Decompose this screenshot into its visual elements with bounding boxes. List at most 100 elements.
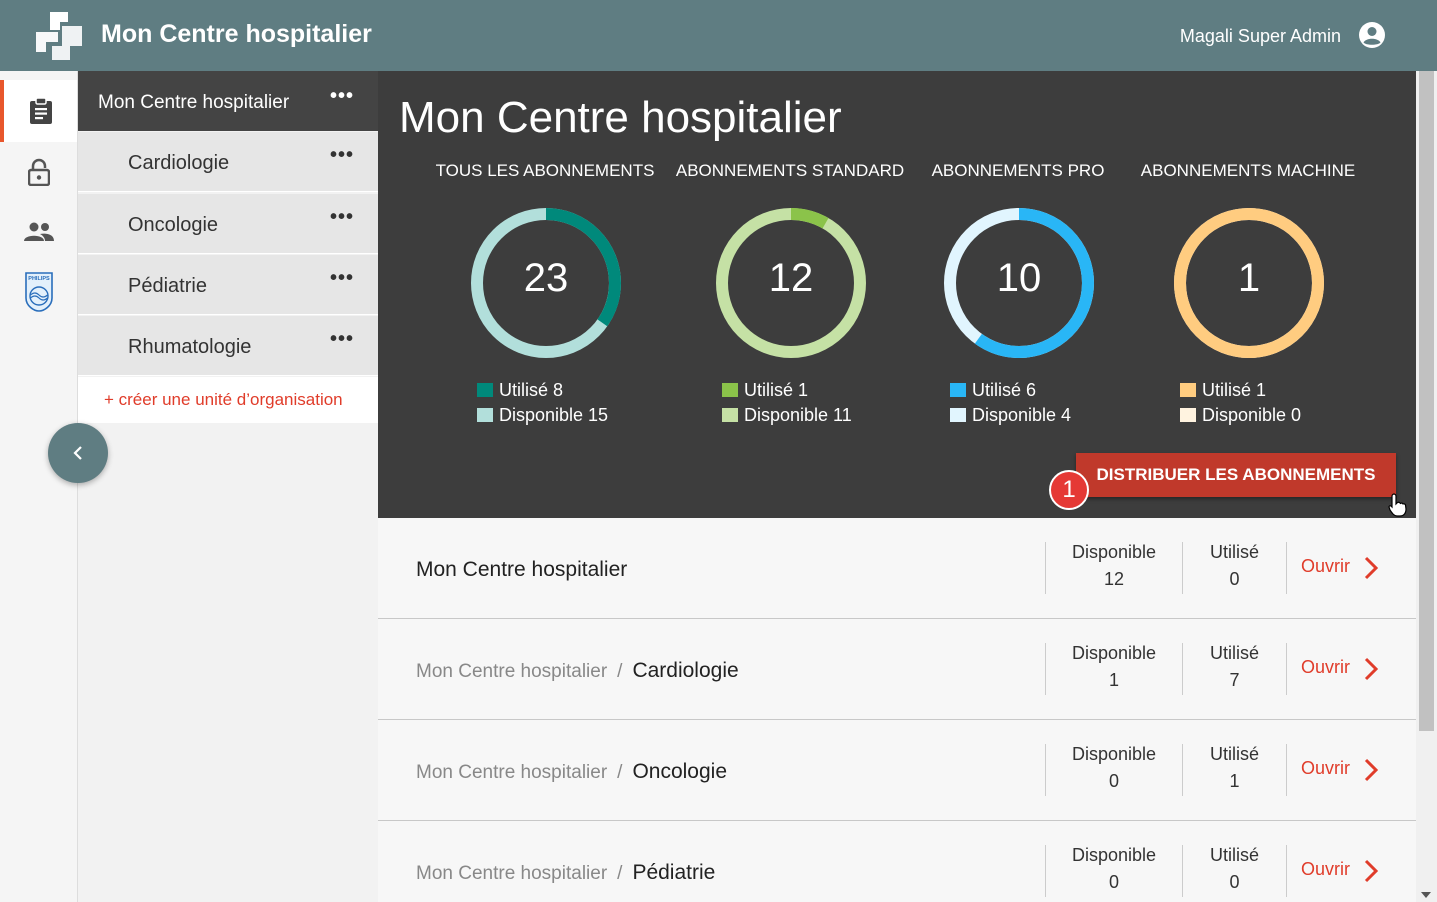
available-stat: Disponible 0 bbox=[1045, 845, 1182, 897]
clipboard-icon bbox=[29, 98, 52, 124]
collapse-panel-button[interactable] bbox=[48, 423, 108, 483]
legend-swatch bbox=[950, 383, 966, 397]
scroll-down-arrow-icon[interactable] bbox=[1421, 892, 1431, 898]
list-row: Mon Centre hospitalier / Pédiatrie Disponi… bbox=[378, 821, 1416, 902]
app-logo-icon[interactable] bbox=[36, 12, 82, 60]
tree-item-oncologie[interactable]: Oncologie ••• bbox=[78, 194, 378, 254]
donut-total: 12 bbox=[768, 256, 814, 300]
available-value: 0 bbox=[1108, 872, 1119, 892]
used-label: Utilisé bbox=[1209, 542, 1259, 562]
available-value: 12 bbox=[1103, 569, 1125, 589]
org-tree-panel: Mon Centre hospitalier ••• Cardiologie •… bbox=[78, 71, 378, 902]
row-parent-name: Mon Centre hospitalier bbox=[416, 661, 608, 682]
rail-item-security[interactable] bbox=[0, 141, 77, 203]
available-stat: Disponible 12 bbox=[1045, 542, 1182, 594]
tree-item-cardiologie[interactable]: Cardiologie ••• bbox=[78, 132, 378, 192]
donut-total: 23 bbox=[523, 256, 569, 300]
create-unit-link[interactable]: + créer une unité d’organisation bbox=[78, 377, 378, 423]
row-name: Mon Centre hospitalier / Oncologie bbox=[416, 760, 727, 784]
distribute-subscriptions-button[interactable]: DISTRIBUER LES ABONNEMENTS bbox=[1076, 453, 1396, 497]
tree-root-label: Mon Centre hospitalier bbox=[98, 92, 290, 113]
used-label: Utilisé bbox=[1209, 845, 1259, 865]
legend-available: Disponible 4 bbox=[950, 405, 1130, 426]
more-options-icon[interactable]: ••• bbox=[330, 85, 354, 108]
list-row: Mon Centre hospitalier / Oncologie Disponi… bbox=[378, 720, 1416, 821]
chevron-right-icon bbox=[1364, 859, 1379, 883]
row-unit-name: Oncologie bbox=[632, 760, 727, 783]
row-unit-name: Mon Centre hospitalier bbox=[416, 558, 628, 581]
more-options-icon[interactable]: ••• bbox=[330, 328, 354, 351]
hand-cursor-icon bbox=[1388, 493, 1407, 517]
used-stat: Utilisé 0 bbox=[1182, 845, 1286, 897]
rail-item-subscriptions[interactable] bbox=[0, 80, 77, 142]
open-label: Ouvrir bbox=[1301, 556, 1350, 576]
app-title: Mon Centre hospitalier bbox=[101, 20, 372, 48]
open-link[interactable]: Ouvrir bbox=[1286, 845, 1396, 897]
more-options-icon[interactable]: ••• bbox=[330, 144, 354, 167]
chevron-right-icon bbox=[1364, 657, 1379, 681]
legend-used: Utilisé 1 bbox=[722, 380, 902, 401]
available-value: 1 bbox=[1108, 670, 1119, 690]
available-label: Disponible bbox=[1071, 643, 1157, 663]
legend-used: Utilisé 6 bbox=[950, 380, 1130, 401]
row-name: Mon Centre hospitalier / Cardiologie bbox=[416, 659, 739, 683]
row-unit-name: Cardiologie bbox=[632, 659, 739, 682]
available-stat: Disponible 0 bbox=[1045, 744, 1182, 796]
list-row: Mon Centre hospitalier / Cardiologie Dispo… bbox=[378, 619, 1416, 720]
scrollbar[interactable] bbox=[1416, 71, 1437, 902]
used-label: Utilisé bbox=[1209, 643, 1259, 663]
row-parent-name: Mon Centre hospitalier bbox=[416, 762, 608, 783]
donut-all: TOUS LES ABONNEMENTS 23 Utilisé 8 Dispon… bbox=[425, 71, 665, 518]
legend-label: Utilisé 6 bbox=[972, 380, 1037, 400]
lock-icon bbox=[27, 158, 50, 186]
open-link[interactable]: Ouvrir bbox=[1286, 744, 1396, 796]
available-value: 0 bbox=[1108, 771, 1119, 791]
top-bar: Mon Centre hospitalier Magali Super Admi… bbox=[0, 0, 1437, 71]
open-link[interactable]: Ouvrir bbox=[1286, 542, 1396, 594]
chevron-right-icon bbox=[1364, 758, 1379, 782]
used-stat: Utilisé 0 bbox=[1182, 542, 1286, 594]
subscription-summary: Mon Centre hospitalier TOUS LES ABONNEME… bbox=[378, 71, 1416, 518]
more-options-icon[interactable]: ••• bbox=[330, 267, 354, 290]
donut-machine: ABONNEMENTS MACHINE 1 Utilisé 1 Disponib… bbox=[1128, 71, 1368, 518]
account-circle-icon[interactable] bbox=[1359, 22, 1385, 48]
legend-swatch bbox=[722, 383, 738, 397]
used-value: 0 bbox=[1229, 569, 1240, 589]
legend-label: Disponible 0 bbox=[1202, 405, 1302, 425]
tree-item-rhumatologie[interactable]: Rhumatologie ••• bbox=[78, 316, 378, 376]
used-value: 1 bbox=[1229, 771, 1240, 791]
philips-logo-text: PHILIPS bbox=[28, 276, 50, 282]
row-unit-name: Pédiatrie bbox=[632, 861, 716, 884]
chevron-right-icon bbox=[1364, 556, 1379, 580]
legend-label: Utilisé 1 bbox=[1202, 380, 1267, 400]
available-label: Disponible bbox=[1071, 542, 1157, 562]
used-label: Utilisé bbox=[1209, 744, 1259, 764]
org-unit-list: Mon Centre hospitalier Disponible 12 Util… bbox=[378, 518, 1416, 902]
scrollbar-thumb[interactable] bbox=[1419, 71, 1434, 731]
donut-standard: ABONNEMENTS STANDARD 12 Utilisé 1 Dispon… bbox=[670, 71, 910, 518]
legend-label: Disponible 15 bbox=[499, 405, 609, 425]
row-name: Mon Centre hospitalier bbox=[416, 558, 627, 582]
user-name[interactable]: Magali Super Admin bbox=[1180, 26, 1341, 47]
open-label: Ouvrir bbox=[1301, 657, 1350, 677]
legend-label: Disponible 4 bbox=[972, 405, 1072, 425]
tree-item-pediatrie[interactable]: Pédiatrie ••• bbox=[78, 255, 378, 315]
more-options-icon[interactable]: ••• bbox=[330, 206, 354, 229]
row-name: Mon Centre hospitalier / Pédiatrie bbox=[416, 861, 715, 885]
legend-swatch bbox=[950, 408, 966, 422]
rail-item-users[interactable] bbox=[0, 201, 77, 263]
available-label: Disponible bbox=[1071, 744, 1157, 764]
available-label: Disponible bbox=[1071, 845, 1157, 865]
rail-item-philips[interactable]: PHILIPS bbox=[0, 261, 77, 323]
legend-label: Utilisé 8 bbox=[499, 380, 564, 400]
legend-swatch bbox=[722, 408, 738, 422]
donut-title: ABONNEMENTS PRO bbox=[931, 161, 1105, 180]
nav-rail: PHILIPS bbox=[0, 71, 78, 902]
open-link[interactable]: Ouvrir bbox=[1286, 643, 1396, 695]
tree-root-item[interactable]: Mon Centre hospitalier ••• bbox=[78, 71, 378, 131]
donut-title: ABONNEMENTS MACHINE bbox=[1140, 161, 1356, 180]
used-stat: Utilisé 1 bbox=[1182, 744, 1286, 796]
tree-item-label: Cardiologie bbox=[128, 152, 230, 174]
available-stat: Disponible 1 bbox=[1045, 643, 1182, 695]
used-value: 0 bbox=[1229, 872, 1240, 892]
